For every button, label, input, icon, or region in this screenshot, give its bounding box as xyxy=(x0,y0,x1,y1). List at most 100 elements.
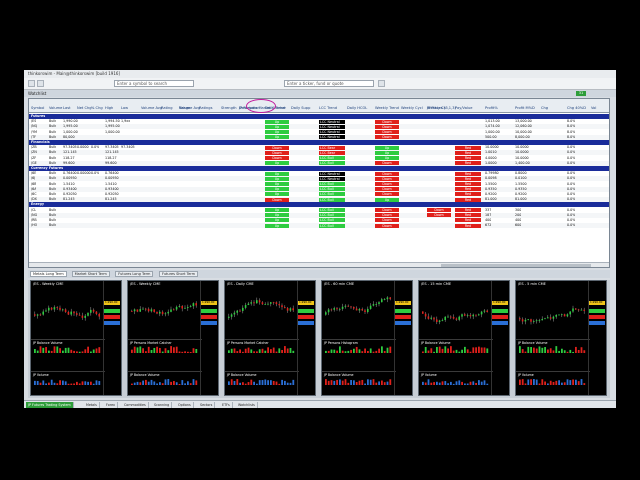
column-header[interactable]: Profit M%D xyxy=(515,106,535,110)
column-header[interactable]: Weekly Trend xyxy=(375,106,399,110)
lcc-trend-cell: LCC Bull xyxy=(319,161,345,166)
table-row[interactable]: /ZN Bulk 121.145 121.145 Down LCC Bear Up Red 1.… xyxy=(29,150,609,156)
price-chart[interactable]: /ES - Daily CME JP Persons Market Catcher… xyxy=(224,280,316,396)
candle xyxy=(469,314,472,317)
column-header[interactable]: Strength xyxy=(221,106,237,110)
bottom-tab[interactable]: Metals xyxy=(84,402,100,408)
table-row[interactable]: /DX Bulk 81.245 81.245 Down LCC Bull Up Red 81.0… xyxy=(29,197,609,202)
table-row[interactable]: /RB Bulk Up LCC Bull Down Red 400 400 0.0% xyxy=(29,218,609,223)
search-input[interactable]: Enter a ticker, fund or quote xyxy=(284,80,374,87)
table-row[interactable]: /GE Bulk 99.600 99.600 Up LCC Bull Down Red 1.00… xyxy=(29,160,609,166)
search-icon[interactable] xyxy=(378,80,385,87)
table-row[interactable]: /NQ Bulk 1,995.00 1,995.00 Up LCC Neutral Down… xyxy=(29,124,609,130)
table-row[interactable]: /6B Bulk 1.5410 1.5410 Up LCC Bull Down Red 1.55… xyxy=(29,182,609,187)
symbol-input[interactable]: Enter a symbol to search xyxy=(114,80,194,87)
column-header[interactable]: Vol xyxy=(591,106,596,110)
table-row[interactable]: /CL Bulk Up LCC Bull Down Down Red 337 300 0.0% xyxy=(29,208,609,213)
forward-icon[interactable] xyxy=(37,80,44,87)
bottom-tab[interactable]: Options xyxy=(176,402,194,408)
bottom-tab[interactable]: Scanning xyxy=(152,402,173,408)
table-row[interactable]: /HO Bulk Up LCC Bull Down Red 672 600 0.0% xyxy=(29,223,609,228)
lcc-trend-cell: LCC Neutral xyxy=(319,129,345,134)
column-header[interactable]: Volume Avg xyxy=(141,106,162,110)
column-header[interactable]: Volume xyxy=(49,106,62,110)
table-row[interactable]: /YM Bulk 1,000.00 1,000.00 Up LCC Neutral Down… xyxy=(29,129,609,135)
bottom-tab[interactable]: Sectors xyxy=(198,402,216,408)
column-header[interactable]: Ratings xyxy=(199,106,212,110)
table-row[interactable]: /ES Bulk 1,990.00 1,994.50 1,9xx Up LCC Neutra… xyxy=(29,119,609,124)
back-icon[interactable] xyxy=(28,80,35,87)
section-header-row[interactable]: Currency Futures xyxy=(29,166,609,171)
horizontal-scrollbar[interactable] xyxy=(29,262,609,267)
pane-divider[interactable] xyxy=(31,371,105,372)
section-header-row[interactable]: Financials xyxy=(29,140,609,145)
histogram-bar xyxy=(436,347,438,353)
bottom-tab[interactable]: ETFs xyxy=(220,402,233,408)
pane-divider[interactable] xyxy=(128,339,202,340)
histogram-bar xyxy=(181,351,184,353)
pane-divider[interactable] xyxy=(225,339,299,340)
price-chart[interactable]: /ES - 60 min CME JP Persons Histogram JP B… xyxy=(321,280,413,396)
column-header[interactable]: LCC Trend xyxy=(319,106,337,110)
price-chart[interactable]: /ES - Weekly CME JP Balance Volume JP Volu… xyxy=(30,280,122,396)
table-row[interactable]: /6J Bulk 0.00950 0.00950 Up LCC Neutral Down Re… xyxy=(29,176,609,182)
column-header[interactable]: % Chg xyxy=(91,106,103,110)
column-header[interactable]: Daily HCOL xyxy=(347,106,367,110)
pane-divider[interactable] xyxy=(419,339,493,340)
column-header[interactable]: Rating xyxy=(161,106,173,110)
bottom-tab[interactable]: Watchlists xyxy=(236,402,258,408)
price-axis[interactable]: 1,990.00 xyxy=(297,281,315,395)
pane-divider[interactable] xyxy=(128,371,202,372)
table-row[interactable]: /NG Bulk Up LCC Bull Down Down Red 187 200 0.0% xyxy=(29,212,609,218)
weekly-trend-cell: Down xyxy=(375,135,399,140)
table-row[interactable]: /6A Bulk 0.93400 0.93400 Up LCC Bull Down Red 0.… xyxy=(29,186,609,192)
column-header[interactable]: Weekly Cycl xyxy=(401,106,423,110)
column-header[interactable]: Last xyxy=(63,106,71,110)
pane-divider[interactable] xyxy=(225,371,299,372)
bottom-tab[interactable]: Forex xyxy=(104,402,119,408)
table-row[interactable]: /ZB Bulk 97.3405 0.0000 0.0% 97.3405 97.3405 Do… xyxy=(29,145,609,150)
table-row[interactable]: /ZF Bulk 118.27 118.27 Down LCC Bull Up Red 4.00… xyxy=(29,156,609,161)
pane-divider[interactable] xyxy=(31,339,105,340)
column-header[interactable]: Low xyxy=(121,106,128,110)
layout-tab[interactable]: Market Short Term xyxy=(71,271,110,277)
pane-divider[interactable] xyxy=(516,371,590,372)
table-row[interactable]: /TF Bulk 80,000 Up LCC Neutral Down 500.00 8,00… xyxy=(29,134,609,140)
section-header-row[interactable]: Energy xyxy=(29,202,609,208)
column-header[interactable]: Pay/Value xyxy=(455,106,472,110)
candle xyxy=(452,316,455,319)
price-axis[interactable]: 1,990.00 xyxy=(103,281,121,395)
price-axis[interactable]: 1,990.00 xyxy=(588,281,606,395)
layout-tab[interactable]: Metals Long Term xyxy=(30,271,67,277)
pane-divider[interactable] xyxy=(516,339,590,340)
price-axis[interactable]: 1,990.00 xyxy=(200,281,218,395)
section-header-row[interactable]: Futures xyxy=(29,114,609,119)
bottom-tab[interactable]: JP Futures Trading System xyxy=(26,402,74,408)
pane-divider[interactable] xyxy=(322,371,396,372)
bottom-tab[interactable]: Commodities xyxy=(122,402,149,408)
table-row[interactable]: /6C Bulk 0.92050 0.92050 Up LCC Bull Down Red 0.… xyxy=(29,192,609,197)
watchlist-grid[interactable]: Symbol Volume Last Net Chg% Chg High Low Volum… xyxy=(28,98,610,268)
table-row[interactable]: /6E Bulk 0.76400 0.00000 0.0% 0.76400 Up LCC Ne… xyxy=(29,171,609,176)
candle xyxy=(261,302,264,305)
price-chart[interactable]: /ES - Weekly CME JP Persons Market Catche… xyxy=(127,280,219,396)
column-header[interactable]: Chg xyxy=(541,106,548,110)
price-chart[interactable]: /ES - 15 min CME JP Balance Volume JP Volu… xyxy=(418,280,510,396)
layout-tab[interactable]: Futures Long Term xyxy=(115,271,154,277)
layout-tab[interactable]: Futures Short Term xyxy=(159,271,199,277)
price-axis[interactable]: 1,990.00 xyxy=(394,281,412,395)
pane-divider[interactable] xyxy=(419,371,493,372)
column-header[interactable]: Daily Supp xyxy=(291,106,310,110)
histogram-bar xyxy=(281,349,283,353)
price-axis[interactable]: 1,990.00 xyxy=(491,281,509,395)
table-cell: 600 xyxy=(515,223,522,228)
table-cell: 81.245 xyxy=(63,197,75,202)
column-header[interactable]: Net Chg xyxy=(77,106,92,110)
pane-divider[interactable] xyxy=(322,339,396,340)
column-header[interactable]: Profit% xyxy=(485,106,498,110)
price-chart[interactable]: /ES - 5 min CME JP Balance Volume JP Volum… xyxy=(515,280,607,396)
histogram-bar xyxy=(142,348,144,353)
column-header[interactable]: Chg 40%D xyxy=(567,106,586,110)
column-header[interactable]: Symbol xyxy=(31,106,44,110)
column-header[interactable]: High xyxy=(105,106,113,110)
